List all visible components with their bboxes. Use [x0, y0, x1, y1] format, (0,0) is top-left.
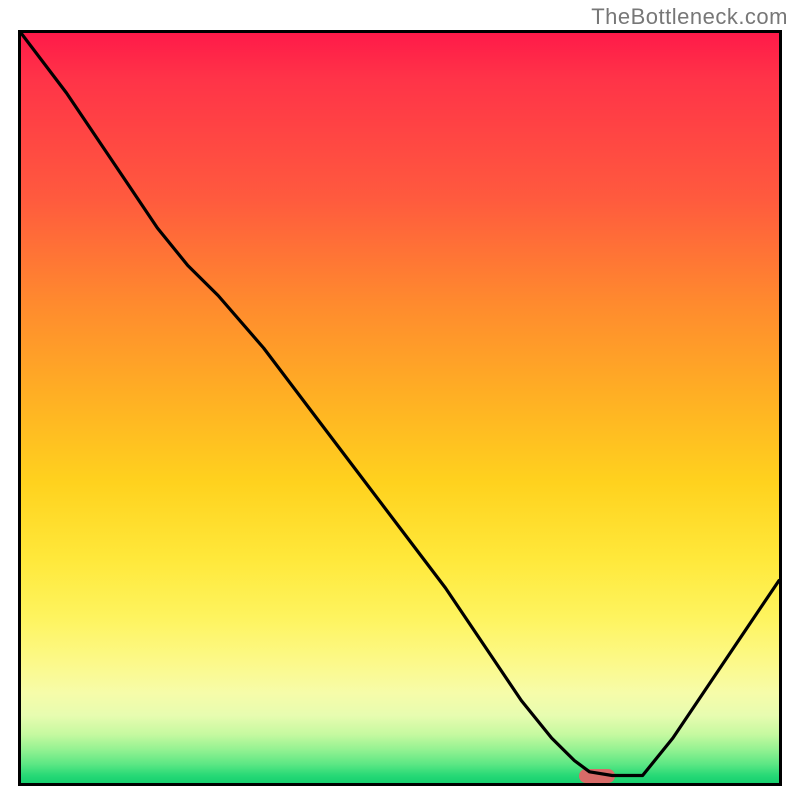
background-gradient	[21, 33, 779, 783]
chart-stage: TheBottleneck.com	[0, 0, 800, 800]
plot-area	[18, 30, 782, 786]
valley-marker	[579, 769, 615, 783]
watermark-text: TheBottleneck.com	[591, 4, 788, 30]
